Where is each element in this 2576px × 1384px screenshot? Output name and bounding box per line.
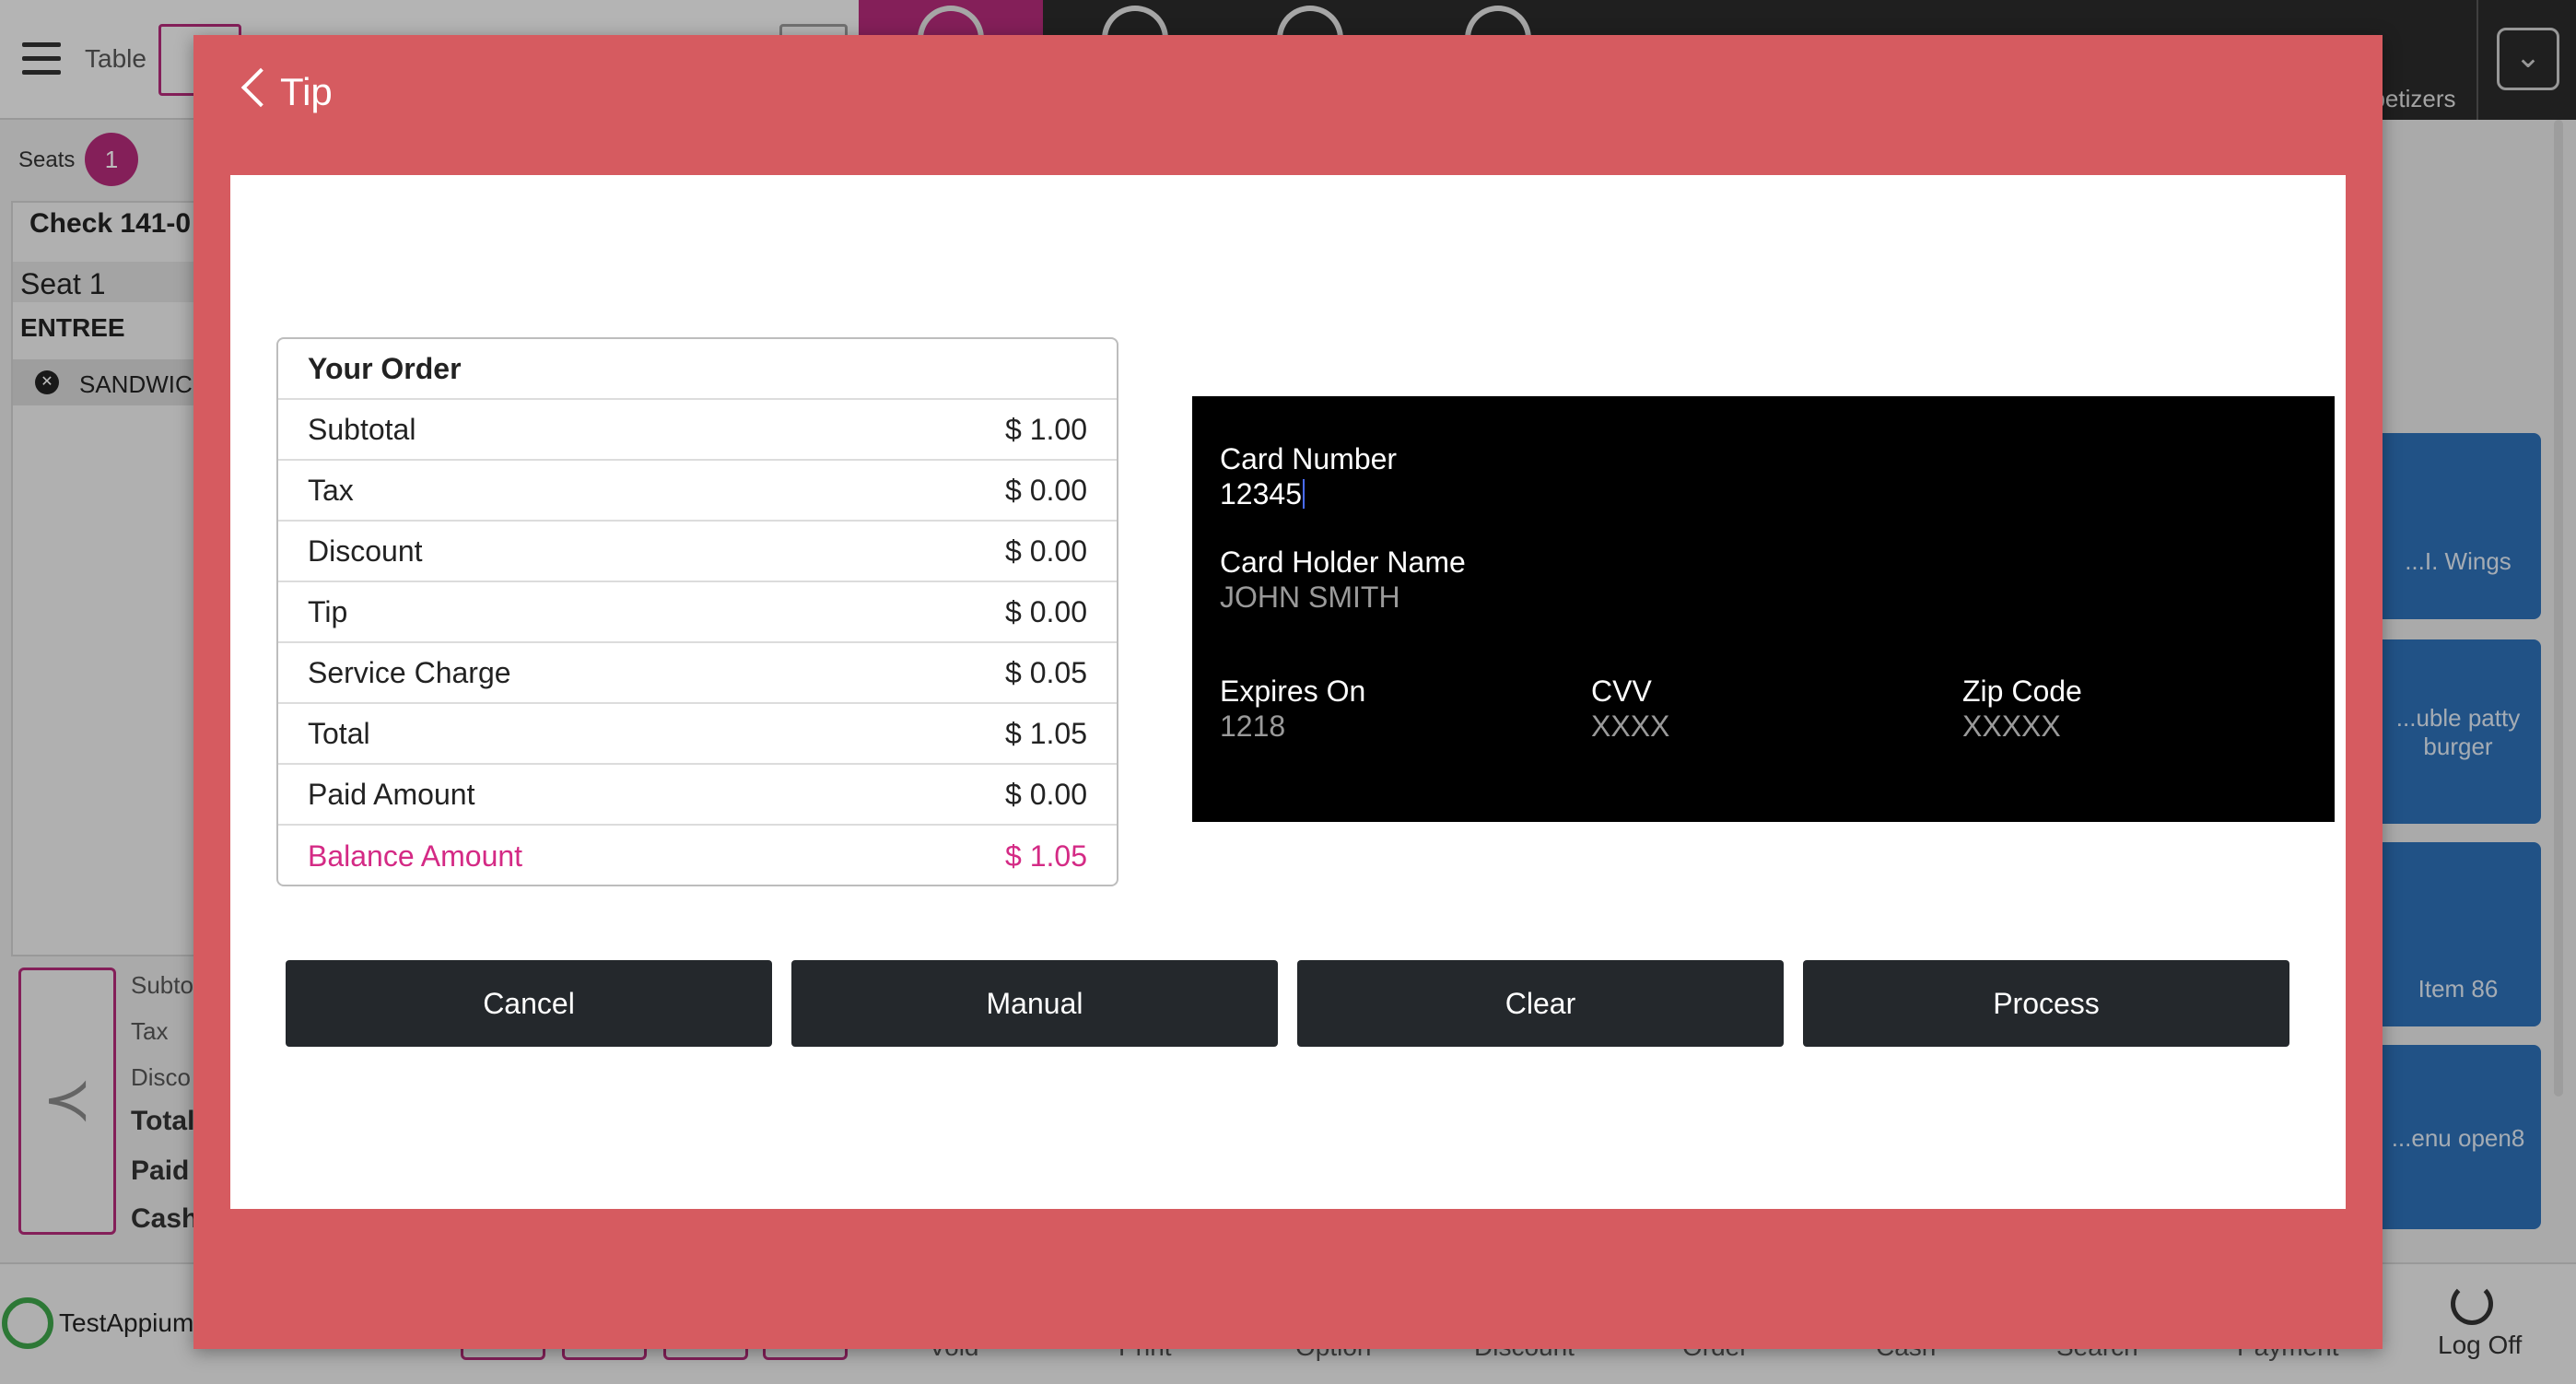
card-holder-label: Card Holder Name	[1220, 545, 1466, 579]
chevron-left-icon	[240, 67, 281, 108]
row-label: Subtotal	[308, 412, 416, 446]
manual-button[interactable]: Manual	[791, 960, 1278, 1047]
order-summary-header: Your Order	[278, 339, 1117, 400]
zip-label: Zip Code	[1962, 674, 2082, 708]
row-label: Paid Amount	[308, 777, 475, 811]
row-value: $ 0.00	[1005, 777, 1087, 811]
row-label: Tip	[308, 594, 348, 628]
expires-label: Expires On	[1220, 674, 1366, 708]
order-row-tax: Tax $ 0.00	[278, 461, 1117, 522]
modal-body: Your Order Subtotal $ 1.00 Tax $ 0.00 Di…	[230, 175, 2346, 1209]
cancel-button[interactable]: Cancel	[286, 960, 772, 1047]
row-value: $ 0.05	[1005, 655, 1087, 689]
card-number-field[interactable]: 12345	[1220, 477, 1305, 511]
order-row-balance-amount: Balance Amount $ 1.05	[278, 826, 1117, 885]
tip-modal: Tip Your Order Subtotal $ 1.00 Tax $ 0.0…	[193, 35, 2383, 1349]
cvv-field[interactable]: XXXX	[1591, 710, 1669, 744]
order-row-paid-amount: Paid Amount $ 0.00	[278, 765, 1117, 826]
order-row-subtotal: Subtotal $ 1.00	[278, 400, 1117, 461]
expires-field[interactable]: 1218	[1220, 710, 1285, 744]
cvv-label: CVV	[1591, 674, 1652, 708]
row-value: $ 0.00	[1005, 534, 1087, 568]
order-row-tip: Tip $ 0.00	[278, 582, 1117, 643]
text-cursor	[1302, 479, 1305, 509]
row-label: Discount	[308, 534, 423, 568]
order-summary-table: Your Order Subtotal $ 1.00 Tax $ 0.00 Di…	[276, 337, 1118, 886]
modal-title: Tip	[280, 70, 333, 113]
order-summary-title: Your Order	[308, 351, 462, 385]
row-label: Total	[308, 716, 370, 750]
zip-field[interactable]: XXXXX	[1962, 710, 2061, 744]
process-button[interactable]: Process	[1803, 960, 2289, 1047]
card-number-label: Card Number	[1220, 442, 1398, 475]
order-row-total: Total $ 1.05	[278, 704, 1117, 765]
row-value: $ 1.05	[1005, 716, 1087, 750]
row-label: Balance Amount	[308, 839, 523, 873]
card-holder-field[interactable]: JOHN SMITH	[1220, 581, 1400, 615]
row-value: $ 0.00	[1005, 594, 1087, 628]
card-entry-panel: Card Number 12345 Card Holder Name JOHN …	[1192, 396, 2335, 822]
card-number-value: 12345	[1220, 477, 1302, 510]
row-value: $ 1.00	[1005, 412, 1087, 446]
order-row-service-charge: Service Charge $ 0.05	[278, 643, 1117, 704]
row-label: Service Charge	[308, 655, 511, 689]
row-value: $ 1.05	[1005, 839, 1087, 873]
clear-button[interactable]: Clear	[1297, 960, 1784, 1047]
row-value: $ 0.00	[1005, 473, 1087, 507]
order-row-discount: Discount $ 0.00	[278, 522, 1117, 582]
row-label: Tax	[308, 473, 354, 507]
